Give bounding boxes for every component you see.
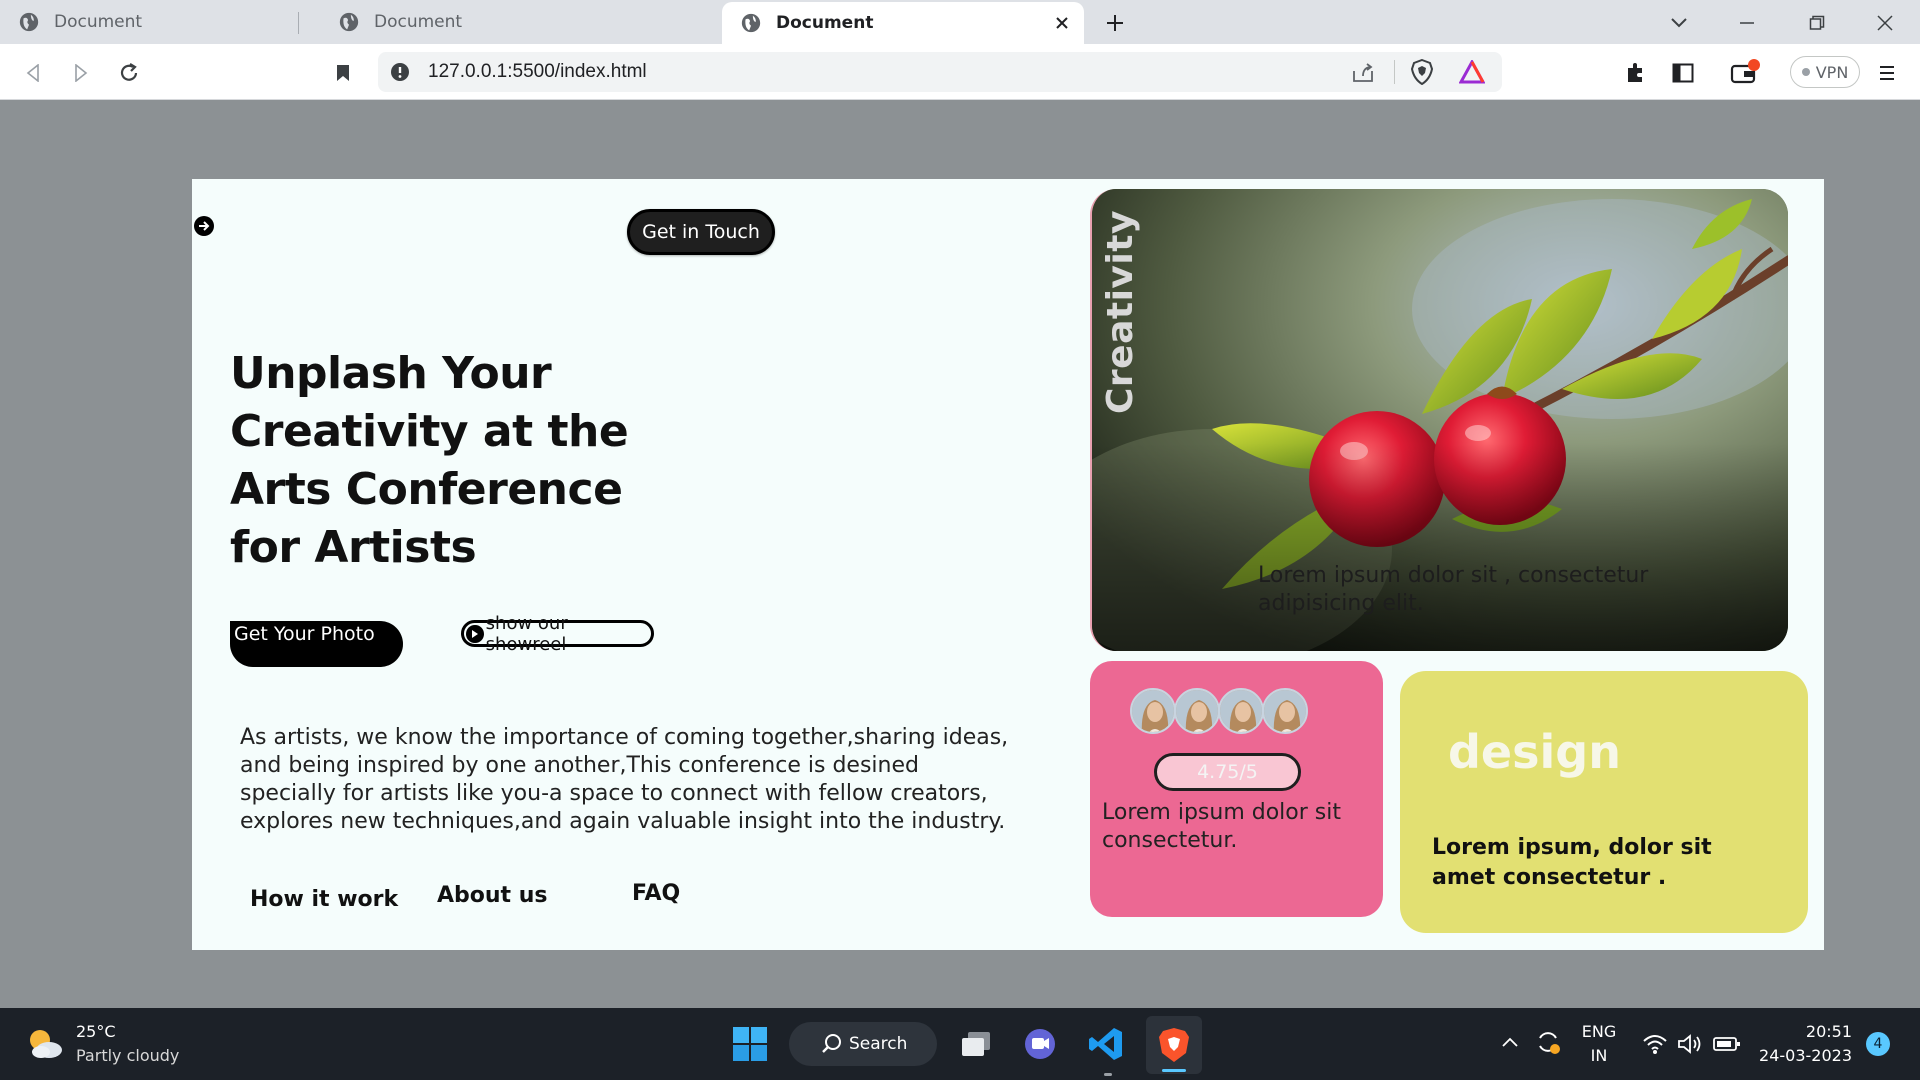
vpn-status-dot — [1801, 68, 1810, 76]
brave-rewards-icon[interactable] — [1458, 58, 1486, 86]
vscode-icon[interactable] — [1084, 1022, 1128, 1066]
globe-icon — [741, 13, 761, 33]
tab-title: Document — [374, 12, 463, 32]
new-tab-icon[interactable] — [1100, 8, 1130, 38]
page-viewport: Get in Touch Unplash Your Creativity at … — [0, 101, 1920, 1008]
tab-2[interactable]: Document — [339, 0, 590, 44]
tab-title: Document — [776, 13, 874, 33]
rating-card: 4.75/5 Lorem ipsum dolor sit consectetur… — [1090, 661, 1383, 917]
creativity-vertical-label: Creativity — [1100, 210, 1141, 414]
nav-how-it-work[interactable]: How it work — [250, 887, 398, 912]
language-region: IN — [1590, 1046, 1608, 1065]
forward-icon[interactable] — [66, 58, 96, 88]
windows-taskbar: 25°C Partly cloudy Search ENG IN 20:51 2… — [0, 1008, 1920, 1080]
design-card: design Lorem ipsum, dolor sit amet conse… — [1400, 671, 1808, 933]
close-window-icon[interactable] — [1870, 8, 1900, 38]
toolbar: 127.0.0.1:5500/index.html VPN — [0, 44, 1920, 100]
avatar-group — [1130, 688, 1308, 734]
design-card-text: Lorem ipsum, dolor sit amet consectetur … — [1432, 835, 1712, 890]
reload-icon[interactable] — [114, 58, 144, 88]
landing-page: Get in Touch Unplash Your Creativity at … — [192, 179, 1824, 950]
notification-badge[interactable]: 4 — [1866, 1032, 1890, 1056]
rating-card-text: Lorem ipsum dolor sit consectetur. — [1102, 800, 1341, 853]
tab-title: Document — [54, 12, 143, 32]
chevron-down-icon[interactable] — [1664, 8, 1694, 38]
showreel-label: show our showreel — [485, 612, 568, 655]
divider — [1394, 60, 1395, 84]
nav-about-us[interactable]: About us — [437, 883, 547, 908]
clock-time[interactable]: 20:51 — [1756, 1022, 1852, 1041]
tab-separator — [298, 12, 299, 34]
sidebar-icon[interactable] — [1668, 58, 1698, 88]
back-icon[interactable] — [18, 58, 48, 88]
avatar — [1130, 688, 1176, 734]
nav-faq[interactable]: FAQ — [632, 881, 680, 906]
search-label: Search — [849, 1034, 908, 1054]
weather-description: Partly cloudy — [76, 1046, 180, 1065]
vpn-button[interactable]: VPN — [1790, 56, 1860, 88]
extensions-icon[interactable] — [1620, 58, 1650, 88]
bookmark-icon[interactable] — [328, 58, 358, 88]
active-indicator — [1162, 1069, 1186, 1072]
tab-strip: Document Document Document — [0, 0, 1920, 44]
url-text: 127.0.0.1:5500/index.html — [428, 61, 647, 82]
share-icon[interactable] — [1350, 60, 1376, 86]
globe-icon — [19, 12, 39, 32]
globe-icon — [339, 12, 359, 32]
weather-temperature: 25°C — [76, 1022, 116, 1041]
battery-icon[interactable] — [1712, 1030, 1742, 1058]
brave-shields-icon[interactable] — [1408, 58, 1436, 86]
avatar — [1218, 688, 1264, 734]
sync-icon[interactable] — [1532, 1026, 1564, 1058]
clock-date: 24-03-2023 — [1759, 1046, 1852, 1065]
info-icon[interactable] — [390, 62, 410, 82]
intro-paragraph: As artists, we know the importance of co… — [240, 725, 1009, 834]
chevron-up-icon[interactable] — [1498, 1030, 1522, 1054]
play-icon — [466, 624, 484, 643]
minimize-icon[interactable] — [1732, 8, 1762, 38]
photo-card: Creativity Lorem ipsum dolor sit , conse… — [1090, 189, 1788, 651]
close-tab-icon[interactable] — [1050, 11, 1074, 35]
menu-icon[interactable] — [1872, 58, 1902, 88]
address-bar[interactable]: 127.0.0.1:5500/index.html — [378, 52, 1502, 92]
avatar — [1174, 688, 1220, 734]
rating-badge: 4.75/5 — [1154, 753, 1301, 791]
tab-1[interactable]: Document — [0, 0, 298, 44]
get-your-photo-button[interactable]: Get Your Photo — [230, 621, 403, 667]
taskbar-search[interactable]: Search — [789, 1022, 937, 1066]
wallet-icon[interactable] — [1728, 56, 1764, 88]
brave-taskbar-icon[interactable] — [1146, 1016, 1202, 1074]
get-in-touch-button[interactable]: Get in Touch — [627, 209, 775, 255]
photo-caption: Lorem ipsum dolor sit , consectetur adip… — [1258, 563, 1649, 616]
wifi-icon[interactable] — [1640, 1030, 1670, 1058]
running-indicator — [1104, 1073, 1112, 1076]
restore-icon[interactable] — [1802, 8, 1832, 38]
volume-icon[interactable] — [1676, 1030, 1706, 1058]
start-icon[interactable] — [728, 1022, 772, 1066]
tab-3-active[interactable]: Document — [722, 2, 1084, 44]
hero-title: Unplash Your Creativity at the Arts Conf… — [230, 348, 629, 573]
search-icon — [822, 1034, 841, 1053]
avatar — [1262, 688, 1308, 734]
teams-chat-icon[interactable] — [1020, 1024, 1060, 1064]
language-code[interactable]: ENG — [1578, 1022, 1620, 1041]
design-title: design — [1448, 725, 1621, 779]
task-view-icon[interactable] — [956, 1024, 996, 1064]
weather-icon[interactable] — [24, 1024, 66, 1064]
vpn-label: VPN — [1815, 62, 1849, 82]
arrow-right-icon[interactable] — [194, 216, 214, 236]
show-showreel-button[interactable]: show our showreel — [461, 613, 654, 655]
